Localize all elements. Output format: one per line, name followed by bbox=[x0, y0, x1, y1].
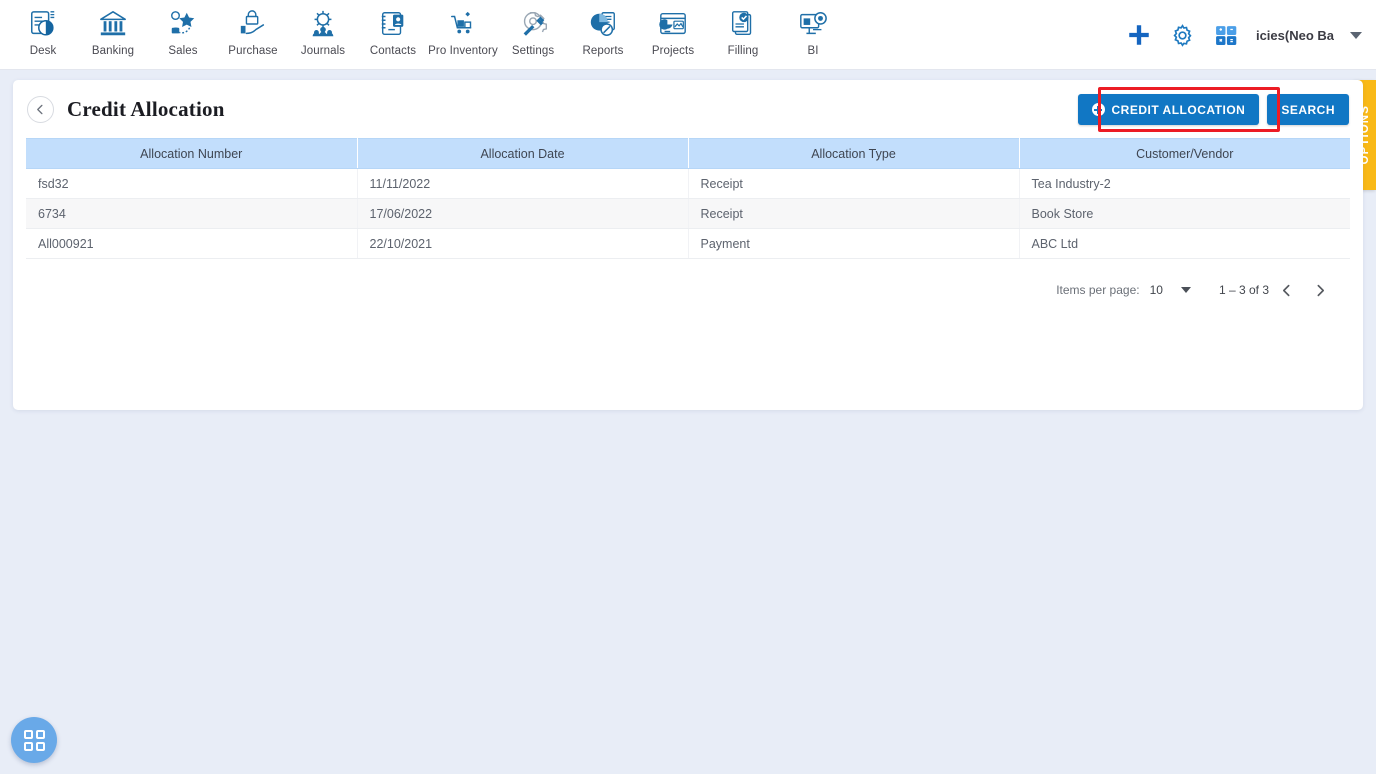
apps-launcher-button[interactable] bbox=[11, 717, 57, 763]
credit-allocation-button[interactable]: CREDIT ALLOCATION bbox=[1077, 94, 1260, 125]
purchase-icon bbox=[236, 7, 270, 41]
nav-label: Projects bbox=[651, 45, 695, 57]
back-button[interactable] bbox=[27, 95, 54, 123]
cell-allocation-number: fsd32 bbox=[26, 168, 358, 199]
nav-label: Reports bbox=[582, 45, 624, 57]
nav-item-sales[interactable]: Sales bbox=[148, 3, 218, 57]
contacts-icon bbox=[376, 7, 410, 41]
desk-icon bbox=[26, 7, 60, 41]
nav-label: Contacts bbox=[369, 45, 417, 57]
nav-item-reports[interactable]: Reports bbox=[568, 3, 638, 57]
inventory-icon bbox=[446, 7, 480, 41]
page-title: Credit Allocation bbox=[67, 96, 225, 121]
table-header-row: Allocation Number Allocation Date Alloca… bbox=[26, 138, 1350, 169]
items-per-page-label: Items per page: bbox=[1056, 283, 1140, 297]
grid-apps-icon bbox=[23, 729, 45, 751]
items-per-page-value[interactable]: 10 bbox=[1150, 283, 1163, 297]
cell-allocation-number: 6734 bbox=[26, 198, 358, 229]
cell-customer-vendor: Book Store bbox=[1019, 198, 1350, 229]
header-action-buttons: CREDIT ALLOCATION SEARCH bbox=[1077, 94, 1349, 125]
journals-icon bbox=[306, 7, 340, 41]
next-page-button[interactable] bbox=[1303, 273, 1337, 307]
plus-circle-icon bbox=[1091, 103, 1105, 116]
top-navigation-bar: Desk Banking Sales Purchase Journals Con… bbox=[0, 0, 1376, 70]
company-selector-label[interactable]: icies(Neo Ba bbox=[1256, 28, 1334, 43]
table-head: Allocation Number Allocation Date Alloca… bbox=[26, 138, 1350, 169]
cell-allocation-date: 11/11/2022 bbox=[357, 168, 689, 199]
nav-label: Journals bbox=[300, 45, 346, 57]
nav-label: Pro Inventory bbox=[428, 45, 498, 57]
page-range-label: 1 – 3 of 3 bbox=[1218, 283, 1269, 297]
gear-icon[interactable] bbox=[1168, 20, 1198, 50]
table-row[interactable]: fsd32 11/11/2022 Receipt Tea Industry-2 bbox=[26, 168, 1350, 199]
nav-label: Desk bbox=[29, 45, 57, 57]
nav-item-contacts[interactable]: Contacts bbox=[358, 3, 428, 57]
bank-icon bbox=[96, 7, 130, 41]
table-row[interactable]: All000921 22/10/2021 Payment ABC Ltd bbox=[26, 228, 1350, 259]
allocation-table-container: Allocation Number Allocation Date Alloca… bbox=[13, 138, 1363, 259]
cell-allocation-number: All000921 bbox=[26, 228, 358, 259]
cell-allocation-type: Receipt bbox=[688, 168, 1020, 199]
filling-icon bbox=[726, 7, 760, 41]
plus-icon[interactable] bbox=[1124, 20, 1154, 50]
nav-item-banking[interactable]: Banking bbox=[78, 3, 148, 57]
sales-icon bbox=[166, 7, 200, 41]
column-header-customer-vendor[interactable]: Customer/Vendor bbox=[1019, 138, 1350, 169]
nav-label: Settings bbox=[511, 45, 555, 57]
previous-page-button[interactable] bbox=[1269, 273, 1303, 307]
cell-allocation-date: 22/10/2021 bbox=[357, 228, 689, 259]
nav-item-projects[interactable]: Projects bbox=[638, 3, 708, 57]
allocation-table: Allocation Number Allocation Date Alloca… bbox=[26, 138, 1350, 259]
reports-icon bbox=[586, 7, 620, 41]
projects-icon bbox=[656, 7, 690, 41]
bi-icon bbox=[796, 7, 830, 41]
calculator-icon[interactable] bbox=[1212, 20, 1242, 50]
page-header: Credit Allocation CREDIT ALLOCATION SEAR… bbox=[13, 80, 1363, 138]
settings-icon bbox=[516, 7, 550, 41]
search-button[interactable]: SEARCH bbox=[1267, 94, 1349, 125]
module-nav: Desk Banking Sales Purchase Journals Con… bbox=[0, 0, 848, 57]
table-body: fsd32 11/11/2022 Receipt Tea Industry-2 … bbox=[26, 168, 1350, 259]
nav-label: BI bbox=[807, 45, 819, 57]
top-bar-actions: icies(Neo Ba bbox=[1124, 0, 1362, 70]
nav-item-desk[interactable]: Desk bbox=[8, 3, 78, 57]
cell-customer-vendor: ABC Ltd bbox=[1019, 228, 1350, 259]
column-header-allocation-date[interactable]: Allocation Date bbox=[357, 138, 689, 169]
search-button-label: SEARCH bbox=[1281, 102, 1335, 117]
cell-allocation-type: Payment bbox=[688, 228, 1020, 259]
column-header-allocation-number[interactable]: Allocation Number bbox=[26, 138, 358, 169]
nav-label: Sales bbox=[168, 45, 198, 57]
cell-customer-vendor: Tea Industry-2 bbox=[1019, 168, 1350, 199]
items-per-page-dropdown-icon[interactable] bbox=[1180, 287, 1191, 293]
cell-allocation-date: 17/06/2022 bbox=[357, 198, 689, 229]
column-header-allocation-type[interactable]: Allocation Type bbox=[688, 138, 1020, 169]
credit-allocation-button-label: CREDIT ALLOCATION bbox=[1111, 102, 1246, 117]
nav-label: Banking bbox=[91, 45, 135, 57]
nav-item-filling[interactable]: Filling bbox=[708, 3, 778, 57]
nav-item-pro-inventory[interactable]: Pro Inventory bbox=[428, 3, 498, 57]
credit-allocation-card: Credit Allocation CREDIT ALLOCATION SEAR… bbox=[13, 80, 1363, 410]
nav-item-settings[interactable]: Settings bbox=[498, 3, 568, 57]
chevron-down-icon[interactable] bbox=[1350, 31, 1362, 39]
nav-item-bi[interactable]: BI bbox=[778, 3, 848, 57]
nav-label: Filling bbox=[727, 45, 759, 57]
nav-item-purchase[interactable]: Purchase bbox=[218, 3, 288, 57]
nav-item-journals[interactable]: Journals bbox=[288, 3, 358, 57]
table-row[interactable]: 6734 17/06/2022 Receipt Book Store bbox=[26, 198, 1350, 229]
nav-label: Purchase bbox=[228, 45, 278, 57]
cell-allocation-type: Receipt bbox=[688, 198, 1020, 229]
paginator: Items per page: 10 1 – 3 of 3 bbox=[13, 259, 1363, 307]
